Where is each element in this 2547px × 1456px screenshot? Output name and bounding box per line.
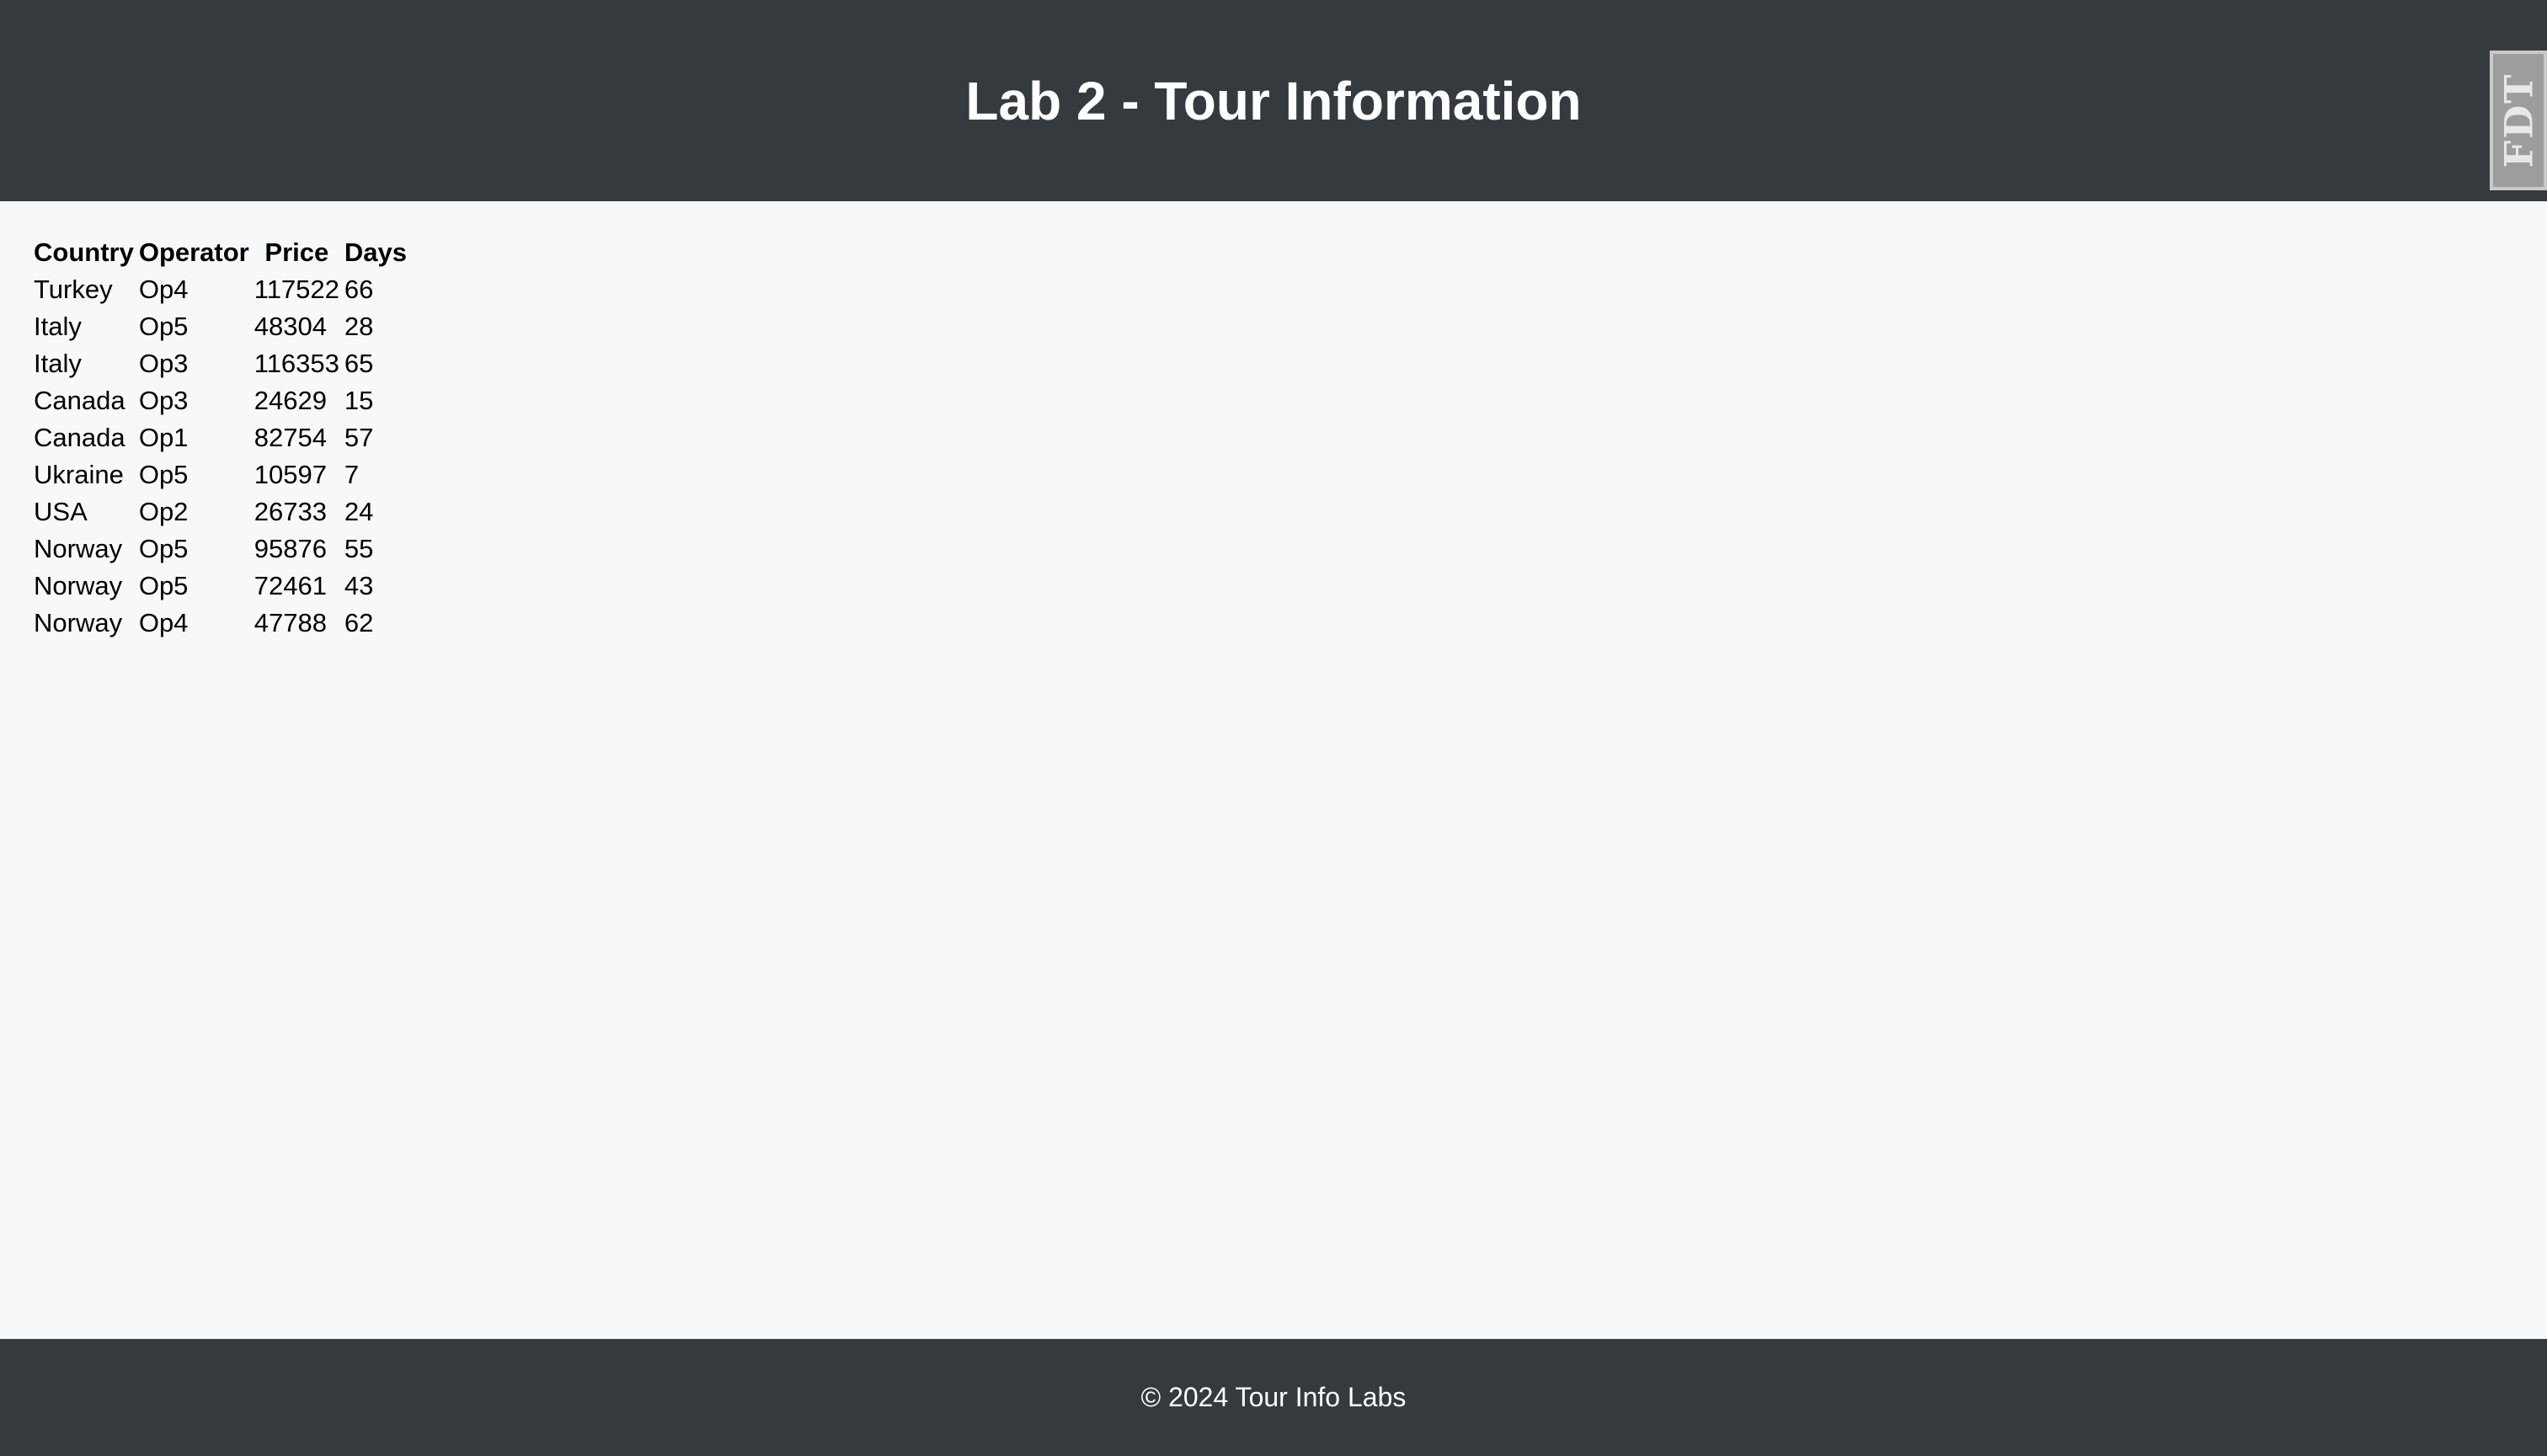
main-content: Country Operator Price Days Turkey Op4 1… [34, 234, 412, 642]
cell-days: 24 [344, 497, 374, 526]
table-row: Canada Op3 24629 15 [34, 382, 407, 419]
page-title: Lab 2 - Tour Information [965, 70, 1582, 131]
cell-operator: Op5 [138, 571, 189, 600]
table-row: Norway Op4 47788 62 [34, 605, 407, 642]
fdt-toggle-button[interactable]: FDT [2490, 51, 2547, 190]
table-row: Italy Op5 48304 28 [34, 308, 407, 345]
cell-price: 26733 [254, 497, 327, 526]
cell-price: 95876 [254, 534, 327, 563]
copyright-text: © 2024 Tour Info Labs [1140, 1382, 1407, 1412]
table-row: USA Op2 26733 24 [34, 493, 407, 531]
cell-country: Canada [34, 386, 125, 415]
table-row: Norway Op5 95876 55 [34, 531, 407, 568]
cell-price: 10597 [254, 460, 327, 489]
cell-operator: Op5 [138, 534, 189, 563]
cell-days: 66 [344, 275, 374, 304]
cell-operator: Op2 [138, 497, 189, 526]
cell-price: 72461 [254, 571, 327, 600]
cell-country: Canada [34, 423, 125, 452]
cell-price: 117522 [254, 275, 339, 304]
table-row: Turkey Op4 117522 66 [34, 271, 407, 308]
cell-operator: Op4 [138, 608, 189, 637]
cell-days: 65 [344, 349, 374, 378]
table-body: Turkey Op4 117522 66 Italy Op5 48304 28 … [34, 271, 407, 642]
cell-days: 62 [344, 608, 374, 637]
cell-operator: Op5 [138, 312, 189, 341]
cell-operator: Op1 [138, 423, 189, 452]
table-row: Ukraine Op5 10597 7 [34, 456, 407, 493]
table-row: Norway Op5 72461 43 [34, 568, 407, 605]
cell-days: 43 [344, 571, 374, 600]
cell-days: 28 [344, 312, 374, 341]
cell-price: 116353 [254, 349, 339, 378]
cell-price: 24629 [254, 386, 327, 415]
table-row: Canada Op1 82754 57 [34, 419, 407, 456]
cell-country: Norway [34, 571, 123, 600]
tour-table: Country Operator Price Days Turkey Op4 1… [29, 234, 412, 642]
column-header-country: Country [34, 237, 134, 267]
cell-price: 47788 [254, 608, 327, 637]
cell-operator: Op3 [138, 386, 189, 415]
cell-price: 82754 [254, 423, 327, 452]
column-header-days: Days [344, 237, 408, 267]
cell-operator: Op3 [138, 349, 189, 378]
cell-country: Norway [34, 534, 123, 563]
cell-days: 7 [344, 460, 360, 489]
column-header-price: Price [264, 237, 329, 267]
cell-days: 55 [344, 534, 374, 563]
fdt-label: FDT [2496, 72, 2541, 168]
cell-days: 57 [344, 423, 374, 452]
cell-country: Italy [34, 349, 82, 378]
cell-price: 48304 [254, 312, 327, 341]
cell-country: USA [34, 497, 88, 526]
page-header: Lab 2 - Tour Information FDT [0, 0, 2547, 201]
cell-country: Norway [34, 608, 123, 637]
cell-country: Ukraine [34, 460, 124, 489]
cell-country: Italy [34, 312, 82, 341]
cell-country: Turkey [34, 275, 113, 304]
cell-operator: Op5 [138, 460, 189, 489]
cell-days: 15 [344, 386, 374, 415]
table-header-row: Country Operator Price Days [34, 234, 407, 271]
table-row: Italy Op3 116353 65 [34, 345, 407, 382]
page-footer: © 2024 Tour Info Labs [0, 1339, 2547, 1456]
cell-operator: Op4 [138, 275, 189, 304]
column-header-operator: Operator [138, 237, 249, 267]
